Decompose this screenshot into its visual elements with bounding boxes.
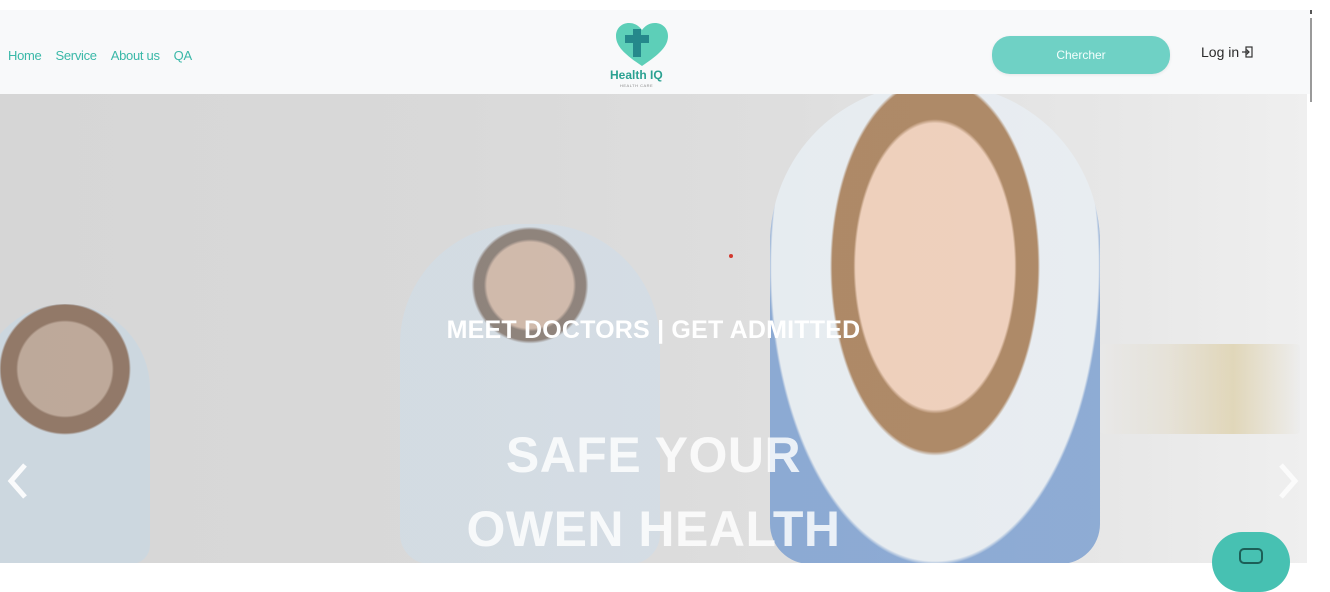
login-arrow-icon [1242, 46, 1253, 58]
scrollbar-thumb[interactable] [1310, 18, 1312, 102]
red-dot-marker [729, 254, 733, 258]
top-navbar: Home Service About us QA Health IQ HEALT… [0, 10, 1310, 94]
carousel-prev-button[interactable] [0, 456, 36, 506]
logo-subtitle: HEALTH CARE [620, 83, 654, 88]
health-iq-logo[interactable]: Health IQ HEALTH CARE [608, 22, 680, 94]
hero-photo-shelf [1100, 344, 1300, 434]
login-button[interactable]: Log in [1201, 44, 1253, 60]
chat-button[interactable] [1212, 532, 1290, 592]
main-nav: Home Service About us QA [8, 48, 192, 63]
chevron-left-icon [7, 463, 27, 499]
heart-cross-icon [616, 23, 668, 66]
carousel-next-button[interactable] [1270, 456, 1306, 506]
hero-carousel: MEET DOCTORS | GET ADMITTED SAFE YOUR OW… [0, 94, 1307, 563]
login-label: Log in [1201, 44, 1240, 60]
nav-home-link[interactable]: Home [8, 48, 42, 63]
hero-title-line2: OWEN HEALTH [466, 501, 841, 557]
page-scrollbar[interactable] [1310, 10, 1330, 563]
chevron-right-icon [1279, 463, 1299, 499]
logo-title: Health IQ [610, 68, 663, 82]
hero-subtitle: MEET DOCTORS | GET ADMITTED [446, 316, 861, 344]
hero-title-line1: SAFE YOUR [505, 427, 802, 483]
nav-service-link[interactable]: Service [55, 48, 97, 63]
scrollbar-marker [1310, 10, 1312, 14]
nav-about-link[interactable]: About us [111, 48, 160, 63]
search-input[interactable] [992, 36, 1170, 74]
chat-icon [1239, 548, 1263, 564]
nav-qa-link[interactable]: QA [174, 48, 192, 63]
